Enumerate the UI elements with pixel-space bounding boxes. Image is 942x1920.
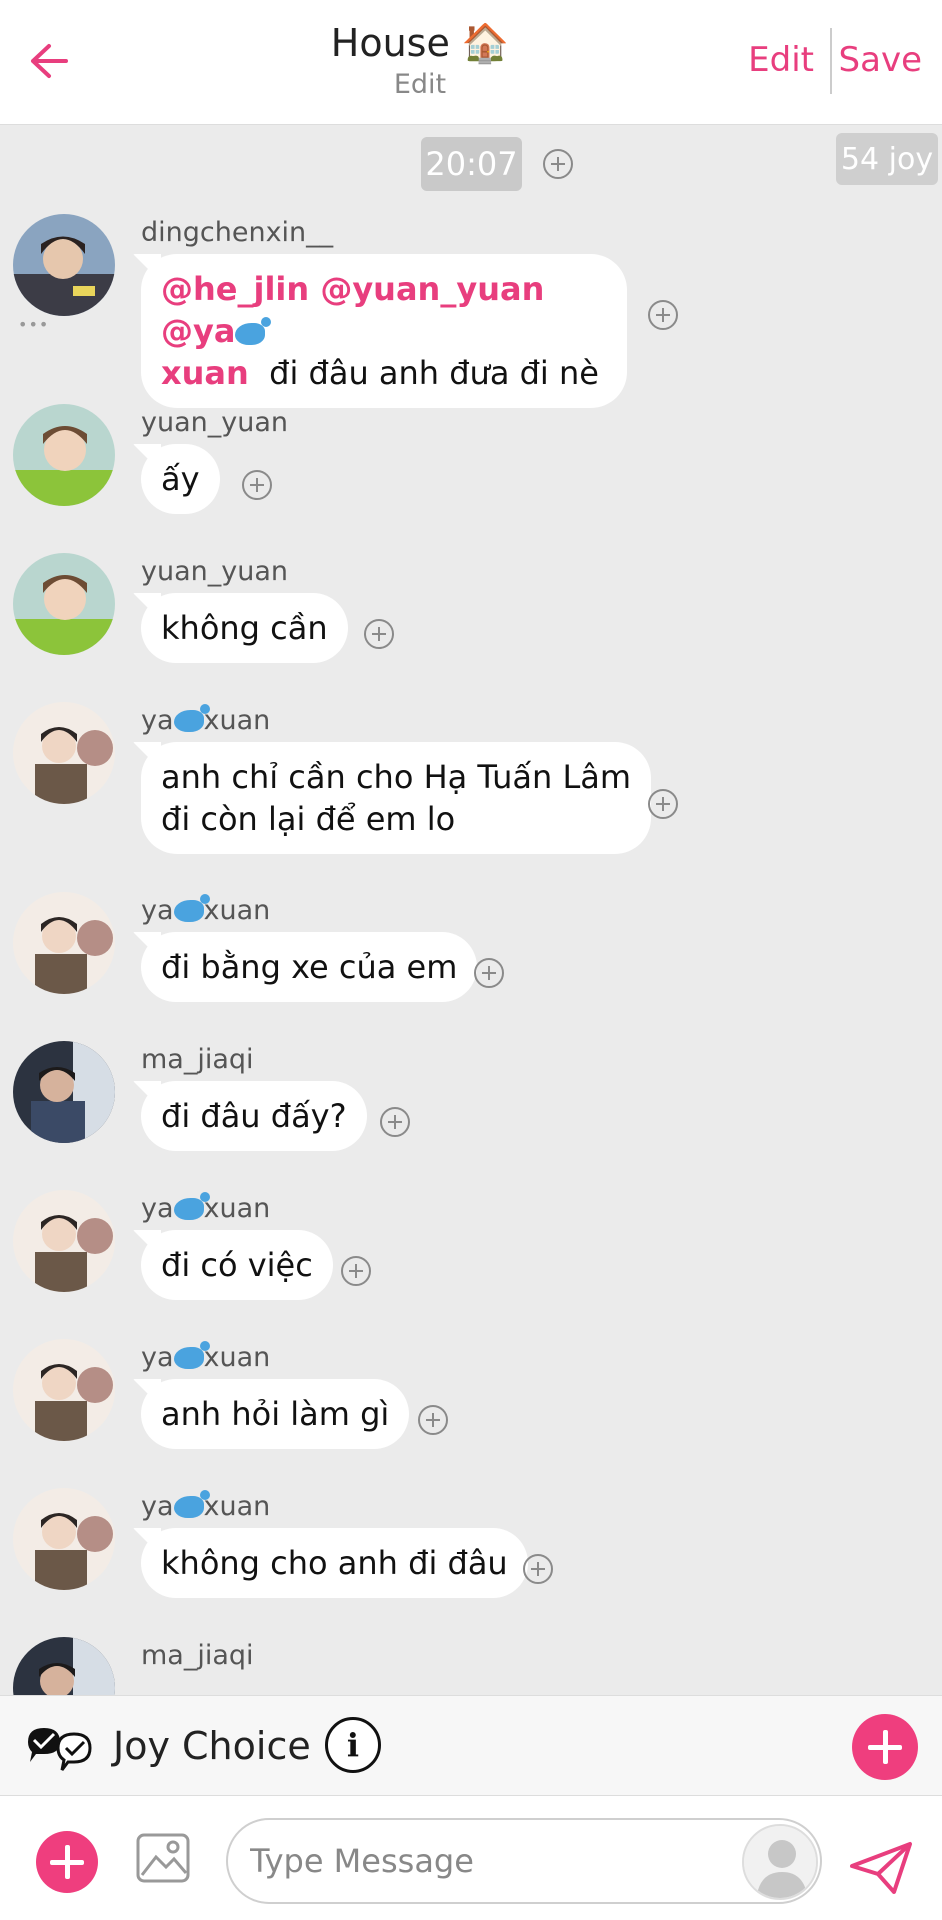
message-input[interactable] [226,1818,822,1904]
joy-choice-bar: Joy Choice i [0,1695,942,1795]
chat-subtitle: Edit [393,69,447,100]
avatar[interactable] [13,1190,115,1292]
back-button[interactable] [26,38,72,84]
message-text: đi bằng xe của em [161,948,458,986]
image-icon[interactable] [136,1833,190,1883]
time-label[interactable]: 20:07 [421,137,522,191]
message-bubble[interactable]: đi đâu đấy? [141,1081,367,1151]
add-reaction-icon[interactable] [380,1107,410,1137]
send-icon[interactable] [848,1840,914,1896]
message-text: đi còn lại để em lo [161,800,456,838]
header-divider [830,28,832,94]
save-button[interactable]: Save [839,40,922,80]
input-bar [0,1795,942,1920]
message-text: anh hỏi làm gì [161,1395,390,1433]
message-bubble[interactable]: anh hỏi làm gì [141,1379,410,1449]
avatar[interactable] [13,1488,115,1590]
more-dots[interactable]: ••• [18,315,49,334]
joy-choice-label[interactable]: Joy Choice [113,1724,311,1768]
add-reaction-icon[interactable] [418,1405,448,1435]
back-arrow-icon [31,44,68,78]
avatar[interactable] [13,1339,115,1441]
avatar[interactable] [13,1637,115,1695]
add-reaction-icon[interactable] [648,300,678,330]
add-reaction-icon[interactable] [648,789,678,819]
avatar[interactable] [13,1041,115,1143]
mention-text[interactable]: xuan [161,354,249,392]
message-text: không cần [161,609,328,647]
chat-title-block[interactable]: House 🏠 Edit [260,18,580,102]
username: ya xuan [141,1490,271,1522]
joy-choice-icon[interactable] [22,1722,102,1772]
message-bubble[interactable]: không cho anh đi đâu [141,1528,528,1598]
add-reaction-icon[interactable] [474,958,504,988]
joy-add-button[interactable] [852,1714,918,1780]
message-text: đi đâu đấy? [161,1097,347,1135]
attach-add-button[interactable] [36,1831,98,1893]
username: yuan_yuan [141,556,288,587]
add-reaction-icon[interactable] [364,619,394,649]
username: yuan_yuan [141,407,288,438]
message-bubble[interactable]: anh chỉ cần cho Hạ Tuấn Lâm đi còn lại đ… [141,742,652,854]
add-reaction-icon[interactable] [523,1554,553,1584]
message-text: ấy [161,460,200,498]
avatar[interactable] [13,214,115,316]
avatar[interactable] [13,892,115,994]
avatar[interactable] [13,553,115,655]
mention-text[interactable]: @he_jlin @yuan_yuan @ya [161,270,544,350]
message-bubble[interactable]: ấy [141,444,220,514]
add-reaction-icon[interactable] [242,470,272,500]
top-bar: House 🏠 Edit Edit Save [0,0,942,125]
whale-emoji [235,317,272,345]
message-bubble[interactable]: đi bằng xe của em [141,932,478,1002]
add-reaction-icon[interactable] [341,1256,371,1286]
whale-emoji [173,1490,210,1518]
username: ma_jiaqi [141,1044,254,1075]
info-icon[interactable]: i [325,1717,381,1773]
chat-title: House 🏠 [330,21,510,65]
message-bubble[interactable]: không cần [141,593,348,663]
message-text: đi đâu anh đưa đi nè [269,354,599,392]
username: ya xuan [141,704,271,736]
add-time-icon[interactable] [543,149,573,179]
username: ma_jiaqi [141,1640,254,1671]
plus-icon [50,1845,84,1879]
username: dingchenxin__ [141,217,334,248]
avatar[interactable] [13,702,115,804]
message-bubble[interactable]: @he_jlin @yuan_yuan @ya xuan đi đâu anh … [141,254,627,408]
message-item: ma_jiaqi [0,1637,942,1695]
avatar[interactable] [13,404,115,506]
message-text: đi có việc [161,1246,313,1284]
message-text: không cho anh đi đâu [161,1544,508,1582]
username: ya xuan [141,1341,271,1373]
whale-emoji [173,704,210,732]
username: ya xuan [141,1192,271,1224]
plus-icon [868,1730,902,1764]
sender-avatar[interactable] [742,1824,818,1900]
whale-emoji [173,1341,210,1369]
edit-button[interactable]: Edit [748,40,814,80]
message-text: anh chỉ cần cho Hạ Tuấn Lâm [161,758,632,796]
whale-emoji [173,1192,210,1220]
username: ya xuan [141,894,271,926]
message-bubble[interactable]: đi có việc [141,1230,333,1300]
joy-badge: 54 joy [836,133,938,185]
whale-emoji [173,894,210,922]
